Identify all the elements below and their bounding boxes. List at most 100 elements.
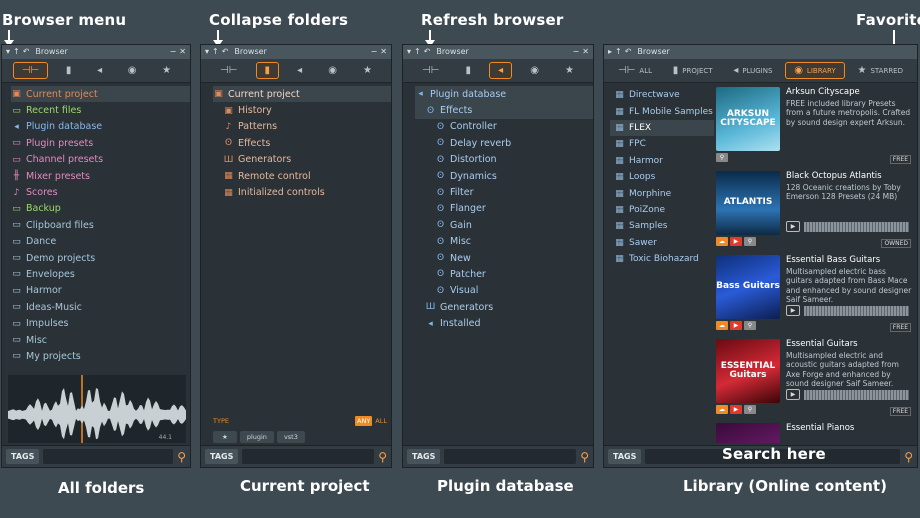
- youtube-icon[interactable]: ▶: [730, 237, 742, 246]
- folder-item[interactable]: ▭ Harmor: [11, 283, 190, 299]
- library-folder-item[interactable]: ▦ FLEX: [610, 119, 714, 137]
- folder-item[interactable]: ▭ Backup: [11, 201, 190, 217]
- tab-plugins-icon[interactable]: ◂: [289, 62, 310, 79]
- library-card[interactable]: Bass Guitars Essential Bass Guitars Multis…: [716, 255, 913, 338]
- all-button[interactable]: ALL: [375, 417, 387, 425]
- soundcloud-icon[interactable]: ☁: [716, 321, 728, 330]
- folder-item[interactable]: ▭ Plugin presets: [11, 135, 190, 151]
- library-folder-item[interactable]: ▦ Morphine: [610, 185, 714, 201]
- project-tree-item[interactable]: ▣ History: [213, 102, 391, 118]
- library-folder-item[interactable]: ▦ FL Mobile Samples: [610, 103, 714, 119]
- collapse-icon[interactable]: ↑: [13, 45, 20, 59]
- plugin-tree-item[interactable]: ʘ Controller: [415, 119, 593, 135]
- menu-arrow-icon[interactable]: ▾: [205, 45, 209, 59]
- minimize-icon[interactable]: −: [573, 45, 580, 59]
- library-folder-item[interactable]: ▦ Loops: [610, 169, 714, 185]
- collapse-icon[interactable]: ↑: [615, 45, 622, 59]
- folder-item[interactable]: ▭ Demo projects: [11, 250, 190, 266]
- search-icon[interactable]: ⚲: [716, 153, 728, 162]
- play-icon[interactable]: ▶: [786, 389, 800, 400]
- project-tree-item[interactable]: ʘ Effects: [213, 135, 391, 151]
- tab-plugins-icon[interactable]: ◂: [89, 62, 110, 79]
- plugin-tree-item[interactable]: ʘ Patcher: [415, 266, 593, 282]
- tab-plugins[interactable]: ◂ PLUGINS: [725, 62, 780, 79]
- library-card[interactable]: ESSENTIAL Guitars Essential Guitars Multis…: [716, 339, 913, 422]
- folder-item[interactable]: ▭ My projects: [11, 348, 190, 364]
- tag-plugin-button[interactable]: plugin: [239, 431, 274, 443]
- tab-plugins-icon[interactable]: ◂: [489, 62, 513, 79]
- tag-star-button[interactable]: ★: [213, 431, 237, 443]
- menu-arrow-icon[interactable]: ▸: [608, 45, 612, 59]
- tab-all-icon[interactable]: ⊣⊢: [212, 62, 245, 79]
- tab-starred-icon[interactable]: ★: [355, 62, 380, 79]
- library-folder-item[interactable]: ▦ Harmor: [610, 153, 714, 169]
- tab-all[interactable]: ⊣⊢ ALL: [610, 62, 660, 79]
- plugin-tree-item[interactable]: ʘ Flanger: [415, 201, 593, 217]
- tags-button[interactable]: TAGS: [608, 449, 642, 464]
- search-input[interactable]: [242, 449, 375, 464]
- tab-all-icon[interactable]: ⊣⊢: [12, 62, 49, 79]
- search-icon[interactable]: ⚲: [378, 450, 387, 464]
- search-icon[interactable]: ⚲: [580, 450, 589, 464]
- plugin-tree-item[interactable]: ʘ Filter: [415, 184, 593, 200]
- tab-project-icon[interactable]: ▮: [58, 62, 80, 79]
- folder-item[interactable]: ♪ Scores: [11, 184, 190, 200]
- close-icon[interactable]: ✕: [179, 45, 186, 59]
- folder-item[interactable]: ▣ Current project: [11, 86, 190, 103]
- plugin-tree-item[interactable]: ʘ Visual: [415, 283, 593, 299]
- folder-item[interactable]: ▭ Impulses: [11, 315, 190, 331]
- tab-project[interactable]: ▮ PROJECT: [665, 62, 721, 79]
- project-tree-item[interactable]: Ш Generators: [213, 152, 391, 168]
- youtube-icon[interactable]: ▶: [730, 321, 742, 330]
- plugin-tree-item[interactable]: ʘ Misc: [415, 234, 593, 250]
- search-icon[interactable]: ⚲: [177, 450, 186, 464]
- project-tree-item[interactable]: ▣ Current project: [213, 86, 391, 103]
- folder-item[interactable]: ▭ Envelopes: [11, 266, 190, 282]
- tags-button[interactable]: TAGS: [407, 449, 441, 464]
- plugin-tree-item[interactable]: ʘ Dynamics: [415, 168, 593, 184]
- collapse-icon[interactable]: ↑: [212, 45, 219, 59]
- search-input[interactable]: [43, 449, 174, 464]
- project-tree-item[interactable]: ♪ Patterns: [213, 119, 391, 135]
- project-tree-item[interactable]: ▦ Remote control: [213, 168, 391, 184]
- refresh-icon[interactable]: ↶: [222, 45, 229, 59]
- refresh-icon[interactable]: ↶: [625, 45, 632, 59]
- minimize-icon[interactable]: −: [170, 45, 177, 59]
- folder-item[interactable]: ◂ Plugin database: [11, 119, 190, 135]
- folder-item[interactable]: ▭ Channel presets: [11, 152, 190, 168]
- tab-all-icon[interactable]: ⊣⊢: [414, 62, 447, 79]
- refresh-icon[interactable]: ↶: [424, 45, 431, 59]
- library-card[interactable]: ARKSUN CITYSCAPE Arksun Cityscape FREE inc…: [716, 87, 913, 170]
- tab-starred-icon[interactable]: ★: [557, 62, 582, 79]
- tab-starred[interactable]: ★ STARRED: [850, 62, 911, 79]
- tab-library[interactable]: ◉ LIBRARY: [785, 62, 845, 79]
- menu-arrow-icon[interactable]: ▾: [407, 45, 411, 59]
- plugin-tree-item[interactable]: ʘ Gain: [415, 217, 593, 233]
- library-folder-item[interactable]: ▦ Samples: [610, 218, 714, 234]
- collapse-icon[interactable]: ↑: [414, 45, 421, 59]
- folder-item[interactable]: ▭ Ideas-Music: [11, 299, 190, 315]
- tab-starred-icon[interactable]: ★: [154, 62, 179, 79]
- refresh-icon[interactable]: ↶: [23, 45, 30, 59]
- library-folder-item[interactable]: ▦ PoiZone: [610, 202, 714, 218]
- plugin-tree-item[interactable]: ʘ Delay reverb: [415, 135, 593, 151]
- tab-project-icon[interactable]: ▮: [255, 62, 280, 79]
- folder-item[interactable]: ▭ Dance: [11, 234, 190, 250]
- close-icon[interactable]: ✕: [380, 45, 387, 59]
- library-folder-item[interactable]: ▦ Sawer: [610, 235, 714, 251]
- library-folder-item[interactable]: ▦ FPC: [610, 136, 714, 152]
- search-input[interactable]: [444, 449, 577, 464]
- tags-button[interactable]: TAGS: [205, 449, 239, 464]
- youtube-icon[interactable]: ▶: [730, 405, 742, 414]
- menu-arrow-icon[interactable]: ▾: [6, 45, 10, 59]
- plugin-tree-item[interactable]: ʘ Effects: [415, 102, 593, 119]
- close-icon[interactable]: ✕: [582, 45, 589, 59]
- search-icon[interactable]: ⚲: [744, 237, 756, 246]
- library-folder-item[interactable]: ▦ Toxic Biohazard: [610, 251, 714, 267]
- folder-item[interactable]: ▭ Recent files: [11, 102, 190, 118]
- plugin-tree-item[interactable]: Ш Generators: [415, 299, 593, 315]
- folder-item[interactable]: ╫ Mixer presets: [11, 168, 190, 184]
- library-folder-item[interactable]: ▦ Directwave: [610, 87, 714, 103]
- tab-project-icon[interactable]: ▮: [458, 62, 480, 79]
- soundcloud-icon[interactable]: ☁: [716, 237, 728, 246]
